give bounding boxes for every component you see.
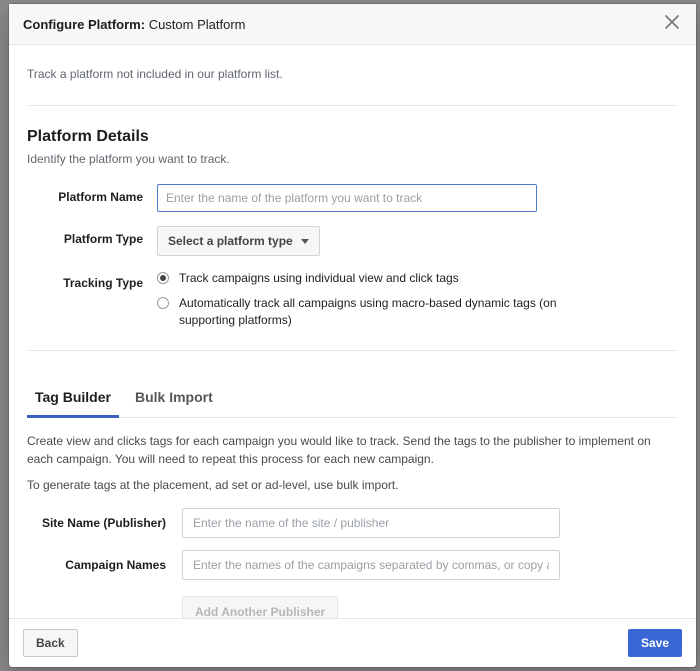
close-button[interactable] <box>662 14 682 34</box>
add-publisher-button[interactable]: Add Another Publisher <box>182 596 338 618</box>
tracking-type-label: Tracking Type <box>27 270 157 290</box>
radio-icon <box>157 297 169 309</box>
tracking-type-row: Tracking Type Track campaigns using indi… <box>27 270 678 328</box>
tag-builder-desc: Create view and clicks tags for each cam… <box>27 432 678 468</box>
configure-platform-modal: Configure Platform: Custom Platform Trac… <box>9 4 696 667</box>
modal-footer: Back Save <box>9 618 696 667</box>
site-name-label: Site Name (Publisher) <box>27 516 182 530</box>
modal-body: Track a platform not included in our pla… <box>9 45 696 618</box>
tag-builder-sub: To generate tags at the placement, ad se… <box>27 478 678 492</box>
tabs: Tag Builder Bulk Import <box>27 379 678 418</box>
platform-name-input[interactable] <box>157 184 537 212</box>
modal-title-prefix: Configure Platform: <box>23 17 145 32</box>
modal-header: Configure Platform: Custom Platform <box>9 4 696 45</box>
site-name-input[interactable] <box>182 508 560 538</box>
intro-text: Track a platform not included in our pla… <box>27 45 678 106</box>
modal-title: Configure Platform: Custom Platform <box>23 17 246 32</box>
tab-bulk-import[interactable]: Bulk Import <box>127 379 221 418</box>
tracking-option-individual[interactable]: Track campaigns using individual view an… <box>157 270 678 287</box>
platform-details-title: Platform Details <box>27 128 678 146</box>
campaign-names-label: Campaign Names <box>27 558 182 572</box>
platform-name-label: Platform Name <box>27 184 157 204</box>
platform-name-row: Platform Name <box>27 184 678 212</box>
radio-icon <box>157 272 169 284</box>
tracking-type-group: Track campaigns using individual view an… <box>157 270 678 328</box>
section-divider <box>27 350 678 351</box>
tag-builder-panel: Create view and clicks tags for each cam… <box>27 418 678 618</box>
back-button[interactable]: Back <box>23 629 78 657</box>
site-name-row: Site Name (Publisher) <box>27 508 678 538</box>
modal-title-suffix: Custom Platform <box>149 17 246 32</box>
save-button[interactable]: Save <box>628 629 682 657</box>
platform-type-field: Select a platform type <box>157 226 678 256</box>
campaign-names-input[interactable] <box>182 550 560 580</box>
campaign-names-row: Campaign Names <box>27 550 678 580</box>
platform-type-select[interactable]: Select a platform type <box>157 226 320 256</box>
platform-details-subtitle: Identify the platform you want to track. <box>27 152 678 166</box>
platform-name-field <box>157 184 678 212</box>
platform-type-selected: Select a platform type <box>168 234 293 248</box>
close-icon <box>665 15 679 34</box>
tracking-option-label: Automatically track all campaigns using … <box>179 295 609 329</box>
platform-type-label: Platform Type <box>27 226 157 246</box>
platform-type-row: Platform Type Select a platform type <box>27 226 678 256</box>
tracking-option-label: Track campaigns using individual view an… <box>179 270 459 287</box>
tracking-option-macro[interactable]: Automatically track all campaigns using … <box>157 295 678 329</box>
chevron-down-icon <box>301 239 309 244</box>
tab-tag-builder[interactable]: Tag Builder <box>27 379 119 418</box>
